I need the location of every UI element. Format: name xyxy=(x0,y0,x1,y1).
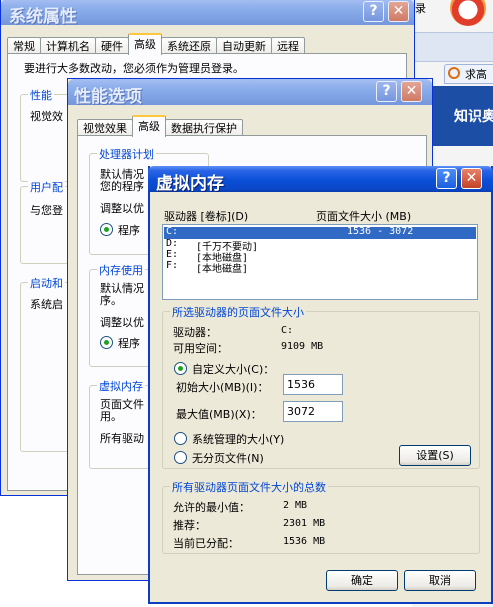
browser-separator xyxy=(412,32,493,62)
initial-size-input[interactable] xyxy=(283,374,343,395)
browser-search-tab-label: 求高 xyxy=(465,68,487,81)
ok-button[interactable]: 确定 xyxy=(326,570,398,591)
performance-group-label: 性能 xyxy=(28,87,54,103)
currently-allocated-value: 1536 MB xyxy=(283,536,326,547)
total-pagefile-group-label: 所有驱动器页面文件大小的总数 xyxy=(170,479,328,495)
help-icon[interactable]: ? xyxy=(363,1,384,22)
tab-advanced[interactable]: 高级 xyxy=(132,115,166,137)
virtual-memory-title: 虚拟内存 xyxy=(156,174,224,194)
custom-size-radio[interactable] xyxy=(174,362,187,375)
recommended-value: 2301 MB xyxy=(283,518,326,529)
user-profiles-text: 与您登 xyxy=(30,204,63,217)
processor-programs-label: 程序 xyxy=(118,224,140,237)
performance-text: 视觉效 xyxy=(30,110,63,123)
drive-list[interactable]: C: 1536 - 3072 D: [千万不要动] E: [本地磁盘] F: [… xyxy=(162,224,478,300)
drive-letter: C: xyxy=(166,226,179,237)
recommended-label: 推荐： xyxy=(173,519,206,532)
help-icon[interactable]: ? xyxy=(436,168,457,189)
system-managed-radio[interactable] xyxy=(174,432,187,445)
performance-options-title: 性能选项 xyxy=(74,87,142,107)
minimum-allowed-value: 2 MB xyxy=(283,500,308,511)
system-properties-titlebar[interactable]: 系统属性 ? ✕ xyxy=(1,0,414,27)
virtual-memory-dialog: 虚拟内存 ? ✕ 驱动器 [卷标](D) 页面文件大小 (MB) C: 1536… xyxy=(148,166,493,604)
memory-usage-label: 内存使用 xyxy=(97,262,145,278)
memory-desc-line2: 序。 xyxy=(100,294,122,307)
processor-adjust-text: 调整以优 xyxy=(100,202,144,215)
currently-allocated-label: 当前已分配： xyxy=(173,537,239,550)
system-managed-label: 系统管理的大小(Y) xyxy=(192,433,285,446)
no-paging-file-radio[interactable] xyxy=(174,451,187,464)
processor-scheduling-label: 处理器计划 xyxy=(97,146,156,162)
drive-pagefile-size: 1536 - 3072 xyxy=(347,226,414,237)
startup-recovery-text: 系统启 xyxy=(30,298,63,311)
drive-letter: D: xyxy=(166,238,179,249)
close-icon[interactable]: ✕ xyxy=(388,1,409,22)
close-icon[interactable]: ✕ xyxy=(461,168,482,189)
drive-label: 驱动器： xyxy=(173,326,217,339)
memory-programs-radio[interactable] xyxy=(100,336,113,349)
browser-search-tab[interactable]: 求高 xyxy=(444,64,493,84)
browser-logo-icon xyxy=(450,0,486,26)
custom-size-label: 自定义大小(C)： xyxy=(192,363,275,376)
browser-banner: 知识奥 xyxy=(432,86,493,146)
selected-drive-group: 所选驱动器的页面文件大小 驱动器： C: 可用空间： 9109 MB 自定义大小… xyxy=(162,304,480,469)
performance-options-tabs: 视觉效果 高级 数据执行保护 xyxy=(77,115,243,137)
free-space-label: 可用空间： xyxy=(173,342,228,355)
processor-programs-radio[interactable] xyxy=(100,223,113,236)
close-icon[interactable]: ✕ xyxy=(401,81,422,102)
drive-column-header: 驱动器 [卷标](D) xyxy=(164,210,249,223)
pagefile-size-column-header: 页面文件大小 (MB) xyxy=(316,210,412,223)
drive-letter: F: xyxy=(166,260,179,271)
max-size-input[interactable] xyxy=(283,401,343,422)
set-button[interactable]: 设置(S) xyxy=(399,445,471,466)
browser-top-text: 录 xyxy=(415,2,426,15)
max-size-label: 最大值(MB)(X)： xyxy=(176,408,262,421)
vm-desc-line2: 用。 xyxy=(100,410,122,423)
drive-value: C: xyxy=(281,325,294,336)
cancel-button[interactable]: 取消 xyxy=(404,570,476,591)
memory-programs-label: 程序 xyxy=(118,337,140,350)
memory-adjust-text: 调整以优 xyxy=(100,316,144,329)
drive-volume-label: [本地磁盘] xyxy=(196,264,249,275)
system-properties-tabs: 常规 计算机名 硬件 高级 系统还原 自动更新 远程 xyxy=(7,33,305,55)
browser-banner-text: 知识奥 xyxy=(454,109,493,125)
user-profiles-group-label: 用户配 xyxy=(28,179,65,195)
virtual-memory-label: 虚拟内存 xyxy=(97,378,145,394)
performance-options-titlebar[interactable]: 性能选项 ? ✕ xyxy=(68,79,432,107)
vm-desc-line3: 所有驱动 xyxy=(100,432,144,445)
selected-drive-group-label: 所选驱动器的页面文件大小 xyxy=(170,304,306,320)
admin-note: 要进行大多数改动，您必须作为管理员登录。 xyxy=(24,62,244,75)
virtual-memory-titlebar[interactable]: 虚拟内存 ? ✕ xyxy=(148,166,493,194)
processor-desc-line2: 您的程序 xyxy=(100,180,144,193)
help-icon[interactable]: ? xyxy=(376,81,397,102)
startup-recovery-group-label: 启动和 xyxy=(28,275,65,291)
total-pagefile-group: 所有驱动器页面文件大小的总数 允许的最小值： 2 MB 推荐： 2301 MB … xyxy=(162,479,480,554)
system-properties-title: 系统属性 xyxy=(9,7,77,27)
drive-letter: E: xyxy=(166,249,179,260)
no-paging-file-label: 无分页文件(N) xyxy=(192,452,264,465)
drive-row[interactable]: F: [本地磁盘] xyxy=(164,260,476,275)
tab-advanced[interactable]: 高级 xyxy=(128,33,162,55)
search-engine-icon xyxy=(448,67,460,79)
free-space-value: 9109 MB xyxy=(281,341,324,352)
initial-size-label: 初始大小(MB)(I)： xyxy=(176,381,269,394)
minimum-allowed-label: 允许的最小值： xyxy=(173,501,250,514)
